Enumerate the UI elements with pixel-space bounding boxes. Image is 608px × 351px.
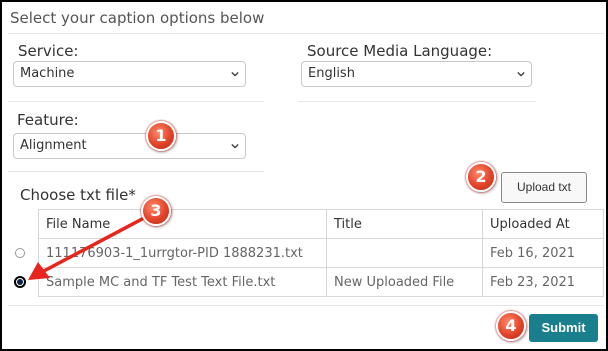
chevron-down-icon bbox=[231, 71, 239, 77]
submit-button[interactable]: Submit bbox=[529, 314, 598, 342]
step-badge-4: 4 bbox=[496, 311, 526, 341]
upload-txt-button[interactable]: Upload txt bbox=[501, 172, 587, 203]
service-select[interactable]: Machine bbox=[13, 61, 246, 87]
chevron-down-icon bbox=[517, 71, 525, 77]
page-title: Select your caption options below bbox=[10, 9, 265, 27]
chevron-down-icon bbox=[231, 143, 239, 149]
feature-select-value: Alignment bbox=[20, 138, 87, 153]
annotation-arrow-icon bbox=[28, 216, 146, 280]
step-badge-2: 2 bbox=[466, 162, 496, 192]
source-language-select-value: English bbox=[308, 66, 355, 81]
header-divider bbox=[8, 33, 604, 34]
choose-file-label: Choose txt file* bbox=[20, 186, 136, 204]
step-badge-3: 3 bbox=[141, 196, 171, 226]
section-divider bbox=[8, 101, 264, 102]
section-divider bbox=[298, 101, 536, 102]
uploaded-at-cell: Feb 16, 2021 bbox=[482, 238, 604, 268]
feature-label: Feature: bbox=[17, 111, 79, 129]
step-badge-1: 1 bbox=[146, 121, 176, 151]
section-divider bbox=[8, 171, 264, 172]
footer-divider bbox=[8, 305, 604, 306]
title-cell: New Uploaded File bbox=[326, 267, 483, 297]
service-label: Service: bbox=[18, 42, 79, 60]
uploaded-at-cell: Feb 23, 2021 bbox=[482, 267, 604, 297]
source-language-select[interactable]: English bbox=[301, 61, 532, 87]
feature-select[interactable]: Alignment bbox=[13, 133, 246, 159]
column-header: Title bbox=[326, 209, 483, 239]
source-language-label: Source Media Language: bbox=[307, 42, 493, 60]
title-cell bbox=[326, 238, 483, 268]
service-select-value: Machine bbox=[20, 66, 75, 81]
column-header: Uploaded At bbox=[482, 209, 604, 239]
